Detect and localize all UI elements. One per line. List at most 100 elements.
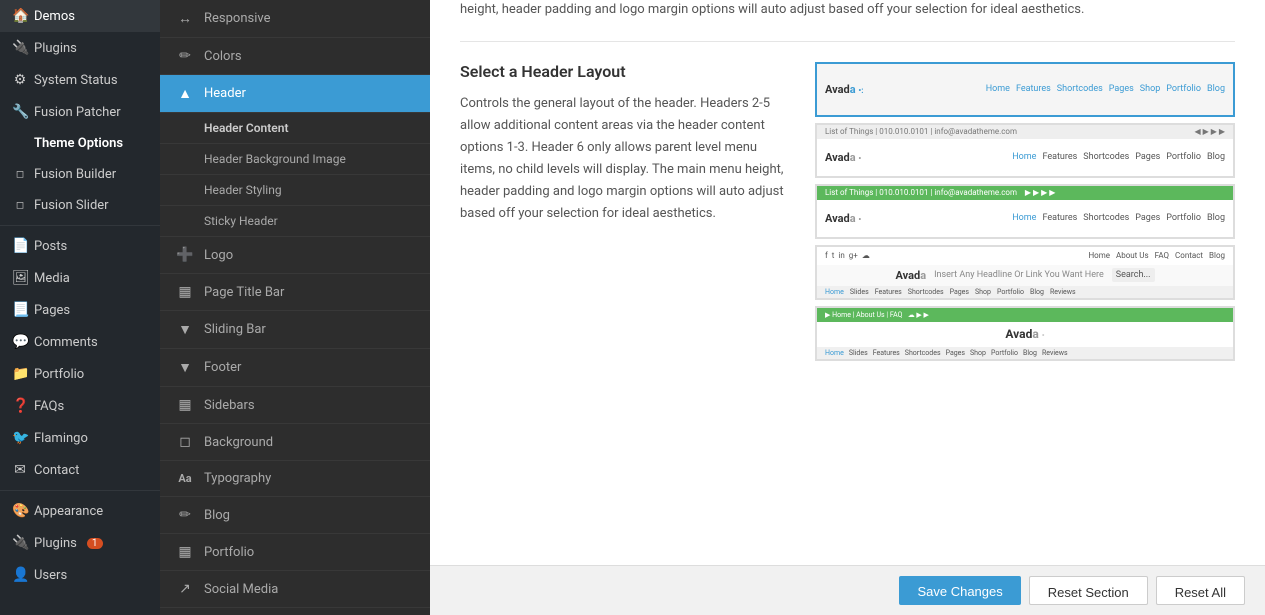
theme-sidebar-item-portfolio[interactable]: ▦ Portfolio (160, 534, 430, 571)
theme-sidebar-item-sticky-header[interactable]: Sticky Header (160, 206, 430, 237)
fusion-slider-icon: ◻ (12, 200, 28, 211)
page-title-bar-icon: ▦ (176, 284, 194, 300)
plugins-badge: 1 (87, 538, 103, 549)
layout-3-nav: Avada • Home Features Shortcodes Pages P… (817, 200, 1233, 237)
flamingo-icon: 🐦 (12, 430, 28, 446)
layout-5-nav-bottom: Home Slides Features Shortcodes Pages Sh… (817, 347, 1233, 359)
theme-sidebar-item-footer[interactable]: ▼ Footer (160, 349, 430, 387)
posts-icon: 📄 (12, 238, 28, 254)
layout-preview-1[interactable]: Avada •: Home Features Shortcodes Pages … (815, 62, 1235, 117)
content-body: height, header padding and logo margin o… (430, 0, 1265, 565)
sidebar-item-contact[interactable]: ✉ Contact (0, 454, 160, 486)
blog-icon: ✏ (176, 507, 194, 523)
theme-sidebar-item-sidebars[interactable]: ▦ Sidebars (160, 387, 430, 424)
layout-1-nav: Avada •: Home Features Shortcodes Pages … (817, 64, 1233, 115)
sidebar-item-theme-options[interactable]: Theme Options (0, 128, 160, 159)
sidebar-item-plugins-bottom[interactable]: 🔌 Plugins 1 (0, 527, 160, 559)
system-status-icon: ⚙ (12, 72, 28, 88)
sidebar-item-fusion-slider[interactable]: ◻ Fusion Slider (0, 190, 160, 221)
admin-sidebar: 🏠 Demos 🔌 Plugins ⚙ System Status 🔧 Fusi… (0, 0, 160, 615)
sidebar-item-media[interactable]: 🖼 Media (0, 262, 160, 294)
theme-sidebar-item-sliding-bar[interactable]: ▼ Sliding Bar (160, 311, 430, 349)
header-content-section: Header Content (160, 113, 430, 144)
fusion-patcher-icon: 🔧 (12, 104, 28, 120)
sidebar-item-comments[interactable]: 💬 Comments (0, 326, 160, 358)
sidebar-item-system-status[interactable]: ⚙ System Status (0, 64, 160, 96)
sidebar-item-fusion-builder[interactable]: ◻ Fusion Builder (0, 159, 160, 190)
layout-previews: Avada •: Home Features Shortcodes Pages … (815, 62, 1235, 361)
comments-icon: 💬 (12, 334, 28, 350)
sidebar-item-pages[interactable]: 📃 Pages (0, 294, 160, 326)
responsive-icon: ↔ (176, 10, 194, 27)
layout-preview-5[interactable]: ▶ Home | About Us | FAQ ☁ ▶ ▶ Avada • Ho… (815, 306, 1235, 361)
reset-section-button[interactable]: Reset Section (1029, 576, 1148, 605)
sidebar-item-fusion-patcher[interactable]: 🔧 Fusion Patcher (0, 96, 160, 128)
theme-sidebar-item-page-title-bar[interactable]: ▦ Page Title Bar (160, 274, 430, 311)
sidebar-item-appearance[interactable]: 🎨 Appearance (0, 495, 160, 527)
theme-sidebar-item-colors[interactable]: ✏ Colors (160, 38, 430, 75)
media-icon: 🖼 (12, 270, 28, 286)
layout-3-topbar: List of Things | 010.010.0101 | info@ava… (817, 186, 1233, 200)
plugins-bottom-icon: 🔌 (12, 535, 28, 551)
theme-sidebar-item-responsive[interactable]: ↔ Responsive (160, 0, 430, 38)
sidebar-item-portfolio[interactable]: 📁 Portfolio (0, 358, 160, 390)
top-description: height, header padding and logo margin o… (460, 0, 1235, 42)
layout-5-bottom: Avada • (817, 322, 1233, 347)
colors-icon: ✏ (176, 48, 194, 64)
theme-sidebar-item-header-styling[interactable]: Header Styling (160, 175, 430, 206)
theme-sidebar-item-background[interactable]: ◻ Background (160, 424, 430, 461)
main-content: height, header padding and logo margin o… (430, 0, 1265, 615)
contact-icon: ✉ (12, 462, 28, 478)
demos-icon: 🏠 (12, 8, 28, 24)
portfolio-icon: 📁 (12, 366, 28, 382)
theme-sidebar-item-header[interactable]: ▲ Header (160, 75, 430, 113)
layout-section: Avada •: Home Features Shortcodes Pages … (460, 62, 1235, 361)
layout-4-nav-bottom: Home Slides Features Shortcodes Pages Sh… (817, 286, 1233, 298)
layout-preview-3[interactable]: List of Things | 010.010.0101 | info@ava… (815, 184, 1235, 239)
users-icon: 👤 (12, 567, 28, 583)
layout-2-inner: List of Things | 010.010.0101 | info@ava… (817, 125, 1233, 176)
sidebar-divider-1 (0, 225, 160, 226)
logo-icon: ➕ (176, 247, 194, 263)
layout-preview-2[interactable]: List of Things | 010.010.0101 | info@ava… (815, 123, 1235, 178)
fusion-builder-icon: ◻ (12, 169, 28, 180)
header-icon: ▲ (176, 85, 194, 102)
sliding-bar-icon: ▼ (176, 321, 194, 338)
sidebar-item-posts[interactable]: 📄 Posts (0, 230, 160, 262)
sidebar-item-flamingo[interactable]: 🐦 Flamingo (0, 422, 160, 454)
layout-preview-4[interactable]: fting+☁ Home About Us FAQ Contact Blog (815, 245, 1235, 300)
appearance-icon: 🎨 (12, 503, 28, 519)
reset-all-button[interactable]: Reset All (1156, 576, 1245, 605)
footer-icon: ▼ (176, 359, 194, 376)
faqs-icon: ❓ (12, 398, 28, 414)
plugins-icon: 🔌 (12, 40, 28, 56)
theme-sidebar-item-blog[interactable]: ✏ Blog (160, 497, 430, 534)
footer-action-bar: Save Changes Reset Section Reset All (430, 565, 1265, 615)
layout-2-topbar: List of Things | 010.010.0101 | info@ava… (817, 125, 1233, 139)
save-changes-button[interactable]: Save Changes (899, 576, 1020, 605)
layout-5-inner: ▶ Home | About Us | FAQ ☁ ▶ ▶ Avada • Ho… (817, 308, 1233, 359)
sidebar-item-users[interactable]: 👤 Users (0, 559, 160, 591)
theme-options-sidebar: ↔ Responsive ✏ Colors ▲ Header Header Co… (160, 0, 430, 615)
layout-4-headline: Avada Insert Any Headline Or Link You Wa… (817, 265, 1233, 286)
theme-sidebar-item-header-bg-image[interactable]: Header Background Image (160, 144, 430, 175)
sidebar-item-plugins-top[interactable]: 🔌 Plugins (0, 32, 160, 64)
pages-icon: 📃 (12, 302, 28, 318)
layout-3-inner: List of Things | 010.010.0101 | info@ava… (817, 186, 1233, 237)
layout-2-nav: Avada • Home Features Shortcodes Pages P… (817, 139, 1233, 176)
layout-1-inner: Avada •: Home Features Shortcodes Pages … (817, 64, 1233, 115)
social-media-icon: ↗ (176, 581, 194, 597)
layout-1-logo: Avada •: (825, 83, 863, 96)
theme-sidebar-item-typography[interactable]: Aa Typography (160, 461, 430, 497)
sidebar-divider-2 (0, 490, 160, 491)
theme-sidebar-item-social-media[interactable]: ↗ Social Media (160, 571, 430, 608)
theme-sidebar-item-logo[interactable]: ➕ Logo (160, 237, 430, 274)
portfolio-ts-icon: ▦ (176, 544, 194, 560)
background-icon: ◻ (176, 434, 194, 450)
typography-icon: Aa (176, 472, 194, 485)
sidebars-icon: ▦ (176, 397, 194, 413)
sidebar-item-faqs[interactable]: ❓ FAQs (0, 390, 160, 422)
layout-4-links-top: fting+☁ Home About Us FAQ Contact Blog (817, 247, 1233, 265)
sidebar-item-demos[interactable]: 🏠 Demos (0, 0, 160, 32)
layout-4-inner: fting+☁ Home About Us FAQ Contact Blog (817, 247, 1233, 298)
